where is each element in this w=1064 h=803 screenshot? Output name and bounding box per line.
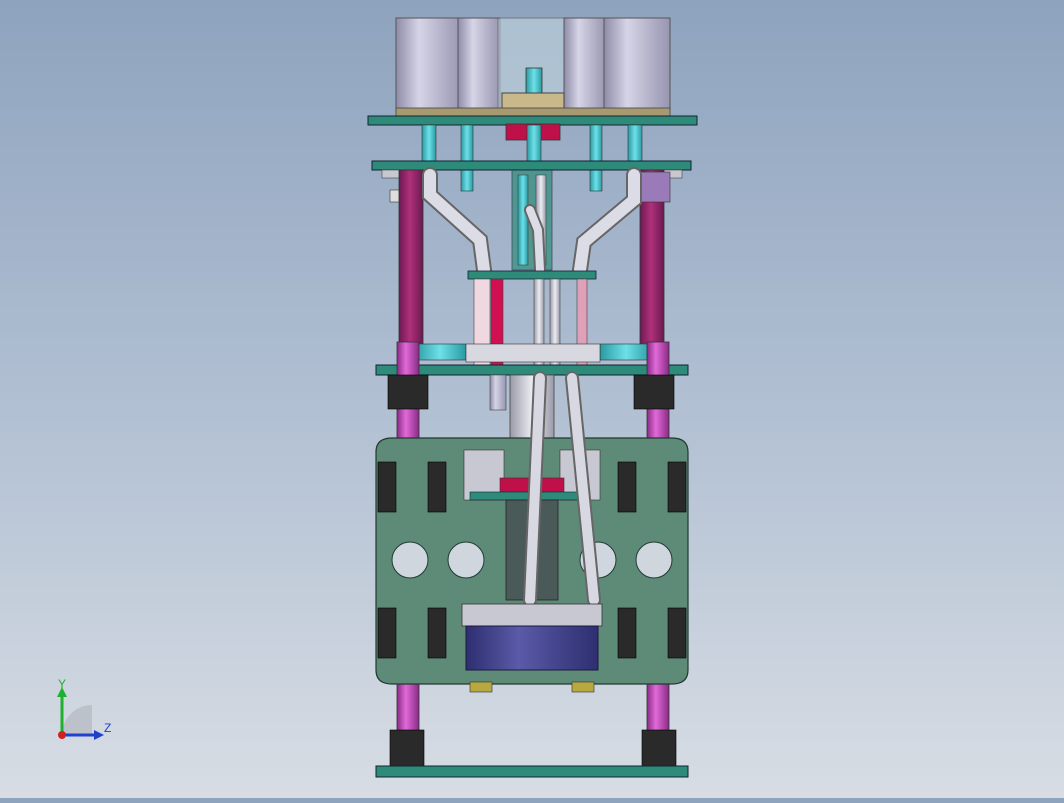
top-canisters xyxy=(395,17,671,117)
base-plate xyxy=(375,765,689,778)
cad-viewport[interactable]: Y Z xyxy=(0,0,1064,798)
y-axis-label: Y xyxy=(58,677,67,691)
mid-plate xyxy=(467,270,597,280)
x-axis-dot xyxy=(58,731,66,739)
main-frame-plate xyxy=(375,364,689,376)
upper-frame-plate xyxy=(371,160,692,171)
assembly-model[interactable] xyxy=(0,0,1064,798)
motor-drum xyxy=(465,625,599,671)
z-axis-label: Z xyxy=(104,721,112,735)
orientation-triad: Y Z xyxy=(40,675,130,750)
left-upper-post xyxy=(398,169,424,346)
